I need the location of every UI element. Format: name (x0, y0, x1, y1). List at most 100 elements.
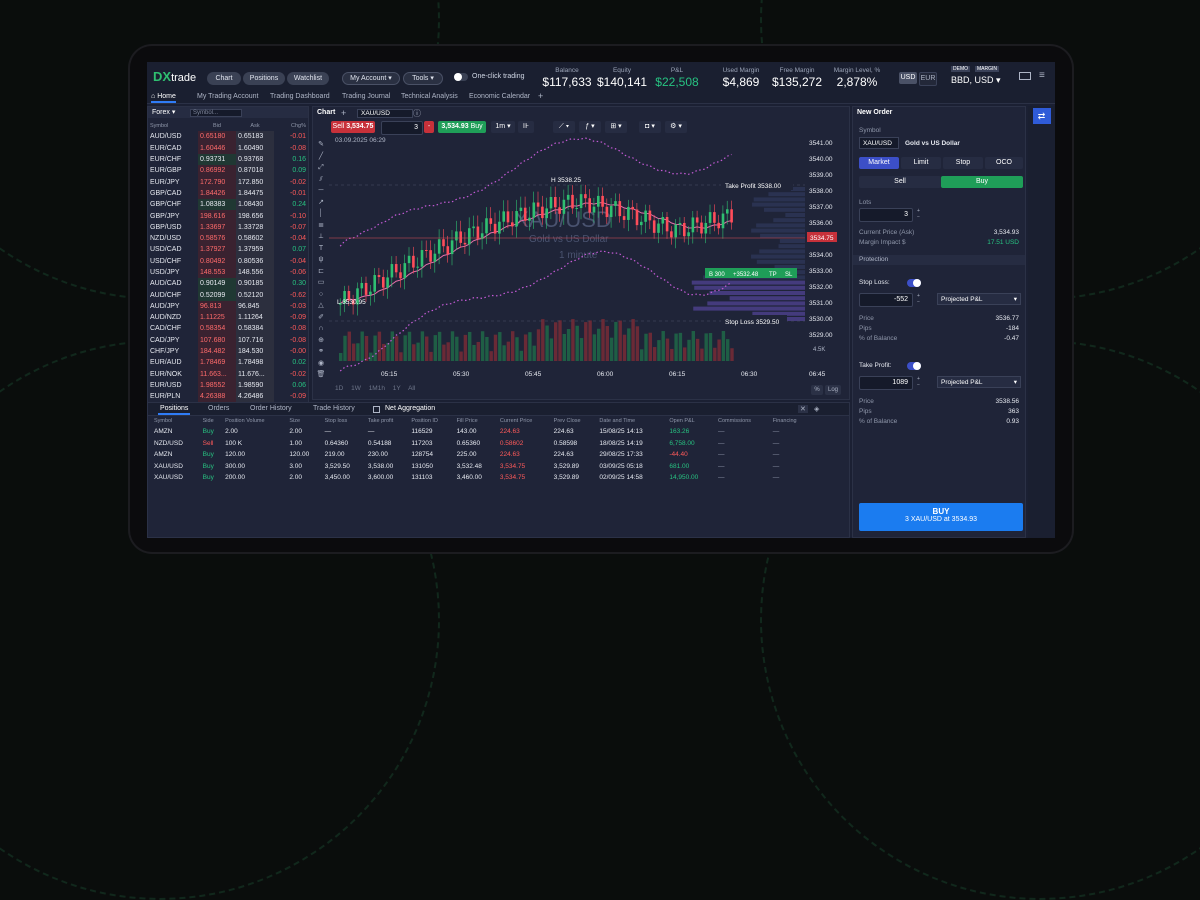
watchlist-row[interactable]: EUR/CAD 1.60446 1.60490 -0.08 (148, 142, 308, 154)
range-1m1h[interactable]: 1M1h (369, 385, 385, 392)
ray-icon[interactable]: ⤢ (316, 162, 326, 174)
zoom-icon[interactable]: ⊕ (316, 335, 326, 347)
range-1d[interactable]: 1D (335, 385, 343, 392)
account-selector[interactable]: BBD, USD ▾ (951, 75, 1001, 86)
chart-buy-button[interactable]: 3,534.93 Buy (438, 121, 486, 133)
qty-minus-button[interactable]: - (424, 121, 434, 133)
lots-input[interactable]: 3 (859, 208, 913, 222)
column-header[interactable]: Take profit (366, 416, 409, 426)
chart-symbol-input[interactable]: XAU/USD (357, 109, 413, 118)
watchlist-bid[interactable]: 1.08383 (198, 199, 236, 211)
trade-panel-icon[interactable]: ⇄ (1032, 108, 1051, 124)
watchlist-category-dropdown[interactable]: Forex ▾ (152, 109, 175, 116)
watchlist-bid[interactable]: 0.58576 (198, 232, 236, 245)
watchlist-ask[interactable]: 4.26486 (236, 391, 274, 403)
time-axis[interactable]: 05:15 05:30 05:45 06:00 06:15 06:30 06:45 (381, 371, 826, 378)
watchlist-row[interactable]: CAD/JPY 107.680 107.716 -0.08 (148, 334, 308, 346)
watchlist-ask[interactable]: 107.716 (236, 334, 274, 346)
watchlist-ask[interactable]: 0.58384 (236, 323, 274, 335)
column-header[interactable]: Size (287, 416, 322, 426)
rectangle-icon[interactable]: ▭ (316, 277, 326, 289)
measure-icon[interactable]: ⟂ (316, 231, 326, 243)
layout-grid-icon[interactable]: ⊞ ▾ (605, 121, 627, 133)
watchlist-row[interactable]: AUD/NZD 1.11225 1.11264 -0.09 (148, 312, 308, 324)
log-scale-button[interactable]: Log (825, 385, 841, 395)
bracket-icon[interactable]: ⊏ (316, 266, 326, 278)
tab-trading-dashboard[interactable]: Trading Dashboard (270, 93, 330, 100)
screenshot-icon[interactable]: ◘ ▾ (639, 121, 661, 133)
watchlist-ask[interactable]: 0.65183 (236, 131, 274, 143)
watchlist-ask[interactable]: 0.52120 (236, 289, 274, 301)
order-type-oco[interactable]: OCO (985, 157, 1023, 169)
watchlist-bid[interactable]: 107.680 (198, 334, 236, 346)
order-type-stop[interactable]: Stop (943, 157, 983, 169)
watchlist-search-input[interactable]: Symbol... (190, 109, 242, 117)
watchlist-bid[interactable]: 1.33697 (198, 221, 236, 233)
line-icon[interactable]: ╱ (316, 151, 326, 163)
watchlist-ask[interactable]: 1.84475 (236, 187, 274, 200)
pencil-icon[interactable]: ✎ (316, 139, 326, 151)
column-header[interactable]: Stop loss (323, 416, 366, 426)
lots-stepper[interactable]: + − (917, 208, 920, 220)
watchlist-bid[interactable]: 0.93731 (198, 153, 236, 166)
range-1w[interactable]: 1W (351, 385, 361, 392)
watchlist-row[interactable]: AUD/JPY 96.813 96.845 -0.03 (148, 300, 308, 313)
watchlist-bid[interactable]: 184.482 (198, 345, 236, 358)
watchlist-ask[interactable]: 11.676... (236, 368, 274, 380)
stepper-down-icon[interactable]: − (917, 214, 920, 220)
watchlist-ask[interactable]: 0.58602 (236, 232, 274, 245)
watchlist-row[interactable]: USD/JPY 148.553 148.556 -0.06 (148, 266, 308, 279)
watchlist-bid[interactable]: 1.84426 (198, 187, 236, 200)
chart-type-icon[interactable]: ⊪ (518, 121, 534, 133)
watchlist-row[interactable]: AUD/USD 0.65180 0.65183 -0.01 (148, 131, 308, 143)
take-profit-label[interactable]: Take Profit 3538.00 (725, 183, 781, 190)
order-type-limit[interactable]: Limit (901, 157, 941, 169)
tab-my-trading-account[interactable]: My Trading Account (197, 93, 258, 100)
watchlist-row[interactable]: EUR/CHF 0.93731 0.93768 0.16 (148, 153, 308, 166)
trash-icon[interactable]: 🗑 (316, 369, 326, 381)
circle-icon[interactable]: ○ (316, 289, 326, 301)
watchlist-bid[interactable]: 148.553 (198, 266, 236, 279)
watchlist-row[interactable]: GBP/JPY 198.616 198.656 -0.10 (148, 210, 308, 222)
net-aggregation-checkbox[interactable] (373, 406, 380, 413)
watchlist-ask[interactable]: 1.33728 (236, 221, 274, 233)
watchlist-button[interactable]: Watchlist (287, 72, 329, 85)
stop-loss-mode-dropdown[interactable]: Projected P&L ▾ (937, 293, 1021, 305)
close-panel-icon[interactable]: ✕ (798, 405, 808, 413)
watchlist-bid[interactable]: 1.78469 (198, 357, 236, 369)
watchlist-bid[interactable]: 0.80492 (198, 255, 236, 267)
watchlist-row[interactable]: AUD/CAD 0.90149 0.90185 0.30 (148, 278, 308, 290)
triangle-icon[interactable]: △ (316, 300, 326, 312)
column-header[interactable]: Position ID (409, 416, 454, 426)
tab-economic-calendar[interactable]: Economic Calendar (469, 93, 530, 100)
table-row[interactable]: NZD/USD Sell 100 K 1.00 0.64360 0.54188 117203… (152, 438, 812, 450)
watchlist-ask[interactable]: 1.98590 (236, 379, 274, 392)
watchlist-ask[interactable]: 1.08430 (236, 199, 274, 211)
tools-dropdown[interactable]: Tools ▾ (403, 72, 443, 85)
stop-loss-input[interactable]: -552 (859, 293, 913, 307)
timeframe-dropdown[interactable]: 1m ▾ (491, 121, 515, 133)
pen-icon[interactable]: ✐ (316, 312, 326, 324)
range-selector[interactable]: 1D 1W 1M1h 1Y All (335, 385, 415, 392)
watchlist-bid[interactable]: 0.86992 (198, 165, 236, 177)
layout-icon[interactable] (1019, 72, 1031, 80)
table-row[interactable]: AMZN Buy 120.00 120.00 219.00 230.00 128754 225… (152, 449, 812, 461)
tab-positions[interactable]: Positions (158, 405, 191, 415)
watchlist-ask[interactable]: 1.11264 (236, 312, 274, 324)
tab-order-history[interactable]: Order History (250, 405, 292, 412)
column-header[interactable]: Open P&L (667, 416, 716, 426)
range-all[interactable]: All (408, 385, 415, 392)
fib-icon[interactable]: ≣ (316, 220, 326, 232)
watchlist-row[interactable]: GBP/CAD 1.84426 1.84475 -0.01 (148, 187, 308, 200)
watchlist-ask[interactable]: 184.530 (236, 345, 274, 358)
column-header[interactable]: Date and Time (597, 416, 667, 426)
watchlist-row[interactable]: GBP/CHF 1.08383 1.08430 0.24 (148, 199, 308, 211)
watchlist-bid[interactable]: 1.60446 (198, 142, 236, 154)
watchlist-ask[interactable]: 96.845 (236, 300, 274, 313)
watchlist-bid[interactable]: 1.37927 (198, 244, 236, 256)
watchlist-ask[interactable]: 172.850 (236, 176, 274, 188)
take-profit-stepper[interactable]: + − (917, 376, 920, 388)
watchlist-row[interactable]: EUR/JPY 172.790 172.850 -0.02 (148, 176, 308, 188)
tab-technical-analysis[interactable]: Technical Analysis (401, 93, 458, 100)
watchlist-row[interactable]: EUR/USD 1.98552 1.98590 0.06 (148, 379, 308, 392)
